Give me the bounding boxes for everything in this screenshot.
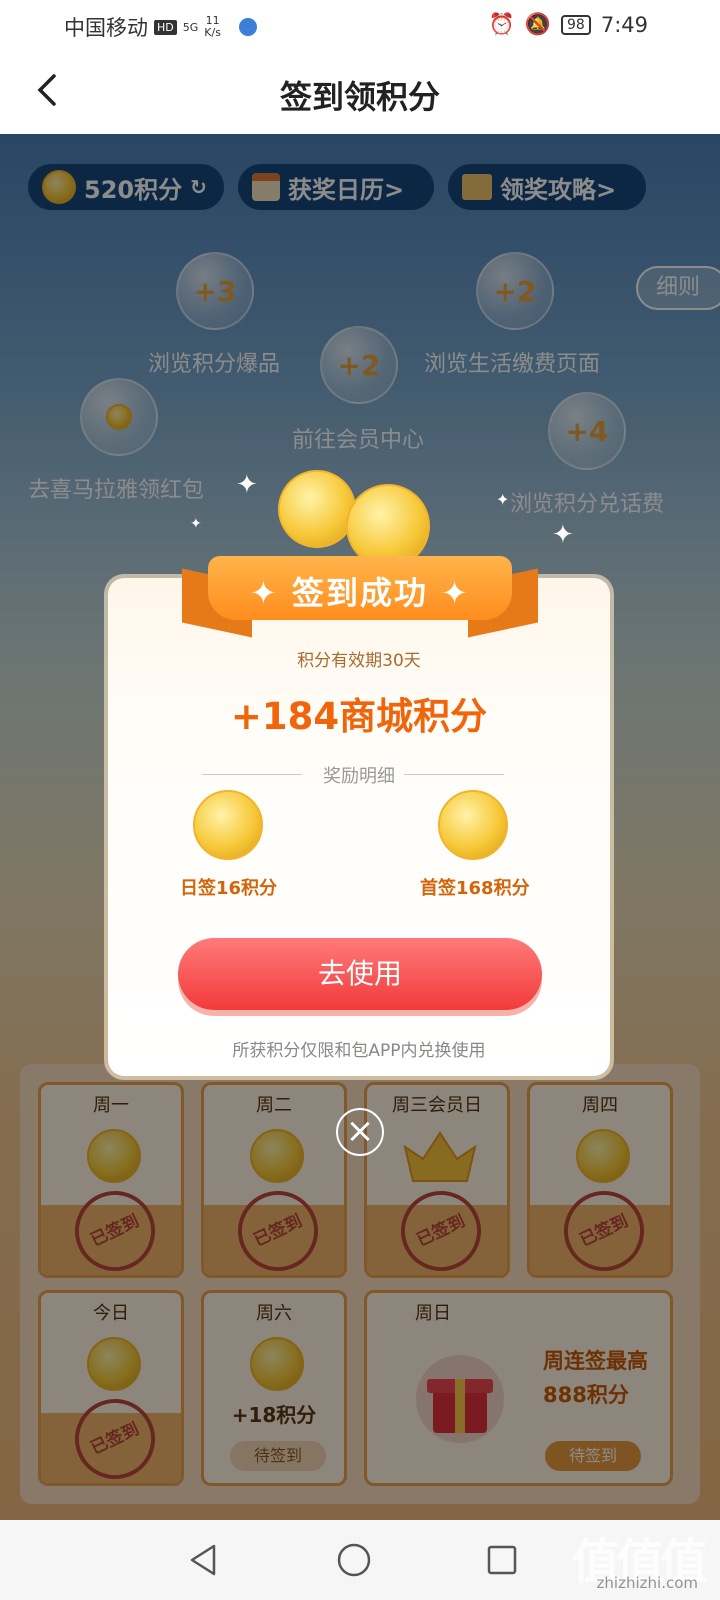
battery-indicator: 98 (561, 14, 591, 35)
carrier-name: 中国移动 (64, 16, 148, 40)
ribbon-title: 签到成功 (291, 574, 428, 612)
nav-home-icon[interactable] (334, 1540, 374, 1580)
success-ribbon: ✦ 签到成功 ✦ (182, 552, 538, 638)
watermark-url: zhizhizhi.com (596, 1574, 698, 1592)
nav-recents-icon[interactable] (482, 1540, 522, 1580)
alarm-icon: ⏰ (488, 12, 515, 36)
reward-detail-title: 奖励明细 (323, 766, 395, 787)
page-title: 签到领积分 (279, 78, 440, 116)
divider (404, 774, 504, 775)
sparkle-icon: ✦ (236, 470, 258, 500)
app-notification-icon (238, 18, 257, 36)
points-amount: +184商城积分 (230, 695, 488, 738)
mute-icon: 🔕 (524, 12, 551, 36)
sparkle-icon: ✦ (190, 516, 202, 532)
network-speed-unit: K/s (204, 26, 221, 39)
sparkle-icon: ✦ (496, 490, 510, 509)
clock: 7:49 (600, 12, 648, 37)
reward-label-first: 首签168积分 (420, 878, 530, 899)
nav-back-icon[interactable] (184, 1540, 224, 1580)
sparkle-icon: ✦ (552, 520, 574, 550)
network-speed: 11 K/s (204, 15, 221, 39)
usage-note: 所获积分仅限和包APP内兑换使用 (232, 1041, 486, 1061)
close-icon[interactable]: × (336, 1108, 384, 1156)
title-bar: 签到领积分 (0, 48, 720, 134)
validity-text: 积分有效期30天 (297, 651, 421, 671)
signal-icon: 5G (182, 20, 199, 34)
reward-label-daily: 日签16积分 (180, 878, 278, 899)
status-bar: 中国移动 HD 5G 11 K/s ⏰ 🔕 98 7:49 (0, 0, 720, 48)
coin-icon (193, 790, 263, 860)
hd-icon: HD (154, 19, 177, 35)
coin-icon (438, 790, 508, 860)
use-points-button[interactable]: 去使用 (178, 938, 542, 1010)
coin-icon (278, 470, 356, 548)
